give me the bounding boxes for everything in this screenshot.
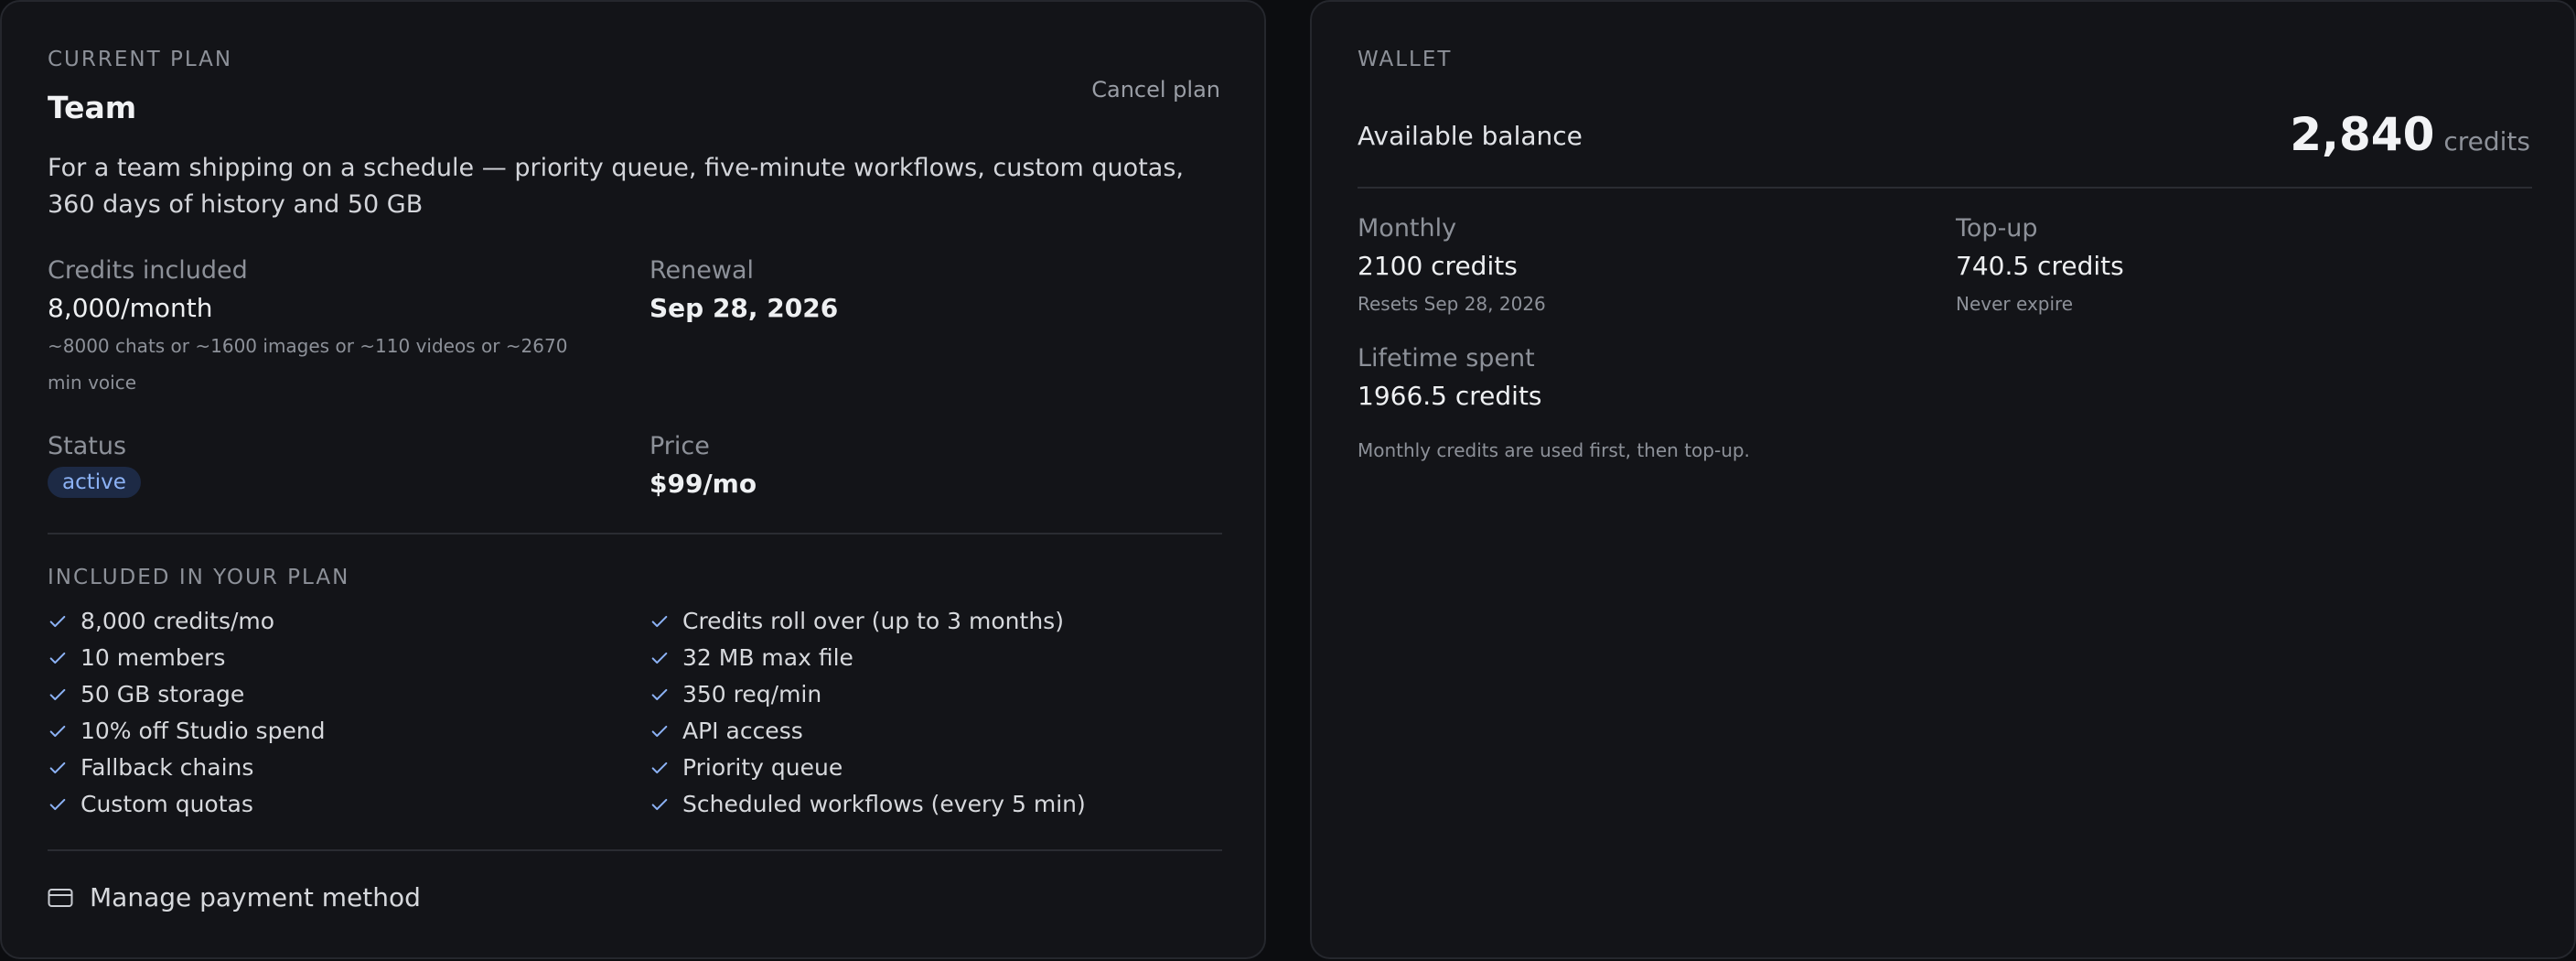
renewal-date: Sep 28, 2026 bbox=[649, 293, 839, 323]
divider bbox=[48, 849, 1222, 851]
feature-label: Scheduled workflows (every 5 min) bbox=[682, 791, 1086, 817]
wallet-footnote: Monthly credits are used first, then top… bbox=[1358, 439, 1750, 461]
balance-amount: 2,840 bbox=[2290, 108, 2435, 161]
check-icon bbox=[649, 758, 670, 778]
feature-item: 10 members bbox=[48, 644, 225, 671]
check-icon bbox=[649, 611, 670, 632]
feature-label: 10% off Studio spend bbox=[80, 718, 326, 744]
check-icon bbox=[649, 685, 670, 705]
feature-item: 50 GB storage bbox=[48, 681, 244, 707]
feature-item: 10% off Studio spend bbox=[48, 718, 326, 744]
monthly-value: 2100 credits bbox=[1358, 251, 1518, 281]
monthly-note: Resets Sep 28, 2026 bbox=[1358, 293, 1546, 315]
feature-label: 32 MB max file bbox=[682, 644, 853, 671]
feature-label: API access bbox=[682, 718, 803, 744]
status-label: Status bbox=[48, 432, 127, 460]
check-icon bbox=[649, 794, 670, 815]
check-icon bbox=[649, 721, 670, 741]
plan-name: Team bbox=[48, 90, 137, 125]
feature-item: API access bbox=[649, 718, 803, 744]
feature-label: Custom quotas bbox=[80, 791, 253, 817]
credits-equivalent-note: ~8000 chats or ~1600 images or ~110 vide… bbox=[48, 335, 568, 394]
feature-item: Scheduled workflows (every 5 min) bbox=[649, 791, 1086, 817]
check-icon bbox=[48, 685, 68, 705]
feature-label: Priority queue bbox=[682, 754, 843, 781]
feature-item: Fallback chains bbox=[48, 754, 253, 781]
included-heading: INCLUDED IN YOUR PLAN bbox=[48, 566, 350, 589]
lifetime-spent-label: Lifetime spent bbox=[1358, 344, 1535, 373]
cancel-plan-link[interactable]: Cancel plan bbox=[1091, 77, 1220, 103]
monthly-label: Monthly bbox=[1358, 214, 1457, 243]
feature-item: Credits roll over (up to 3 months) bbox=[649, 608, 1064, 634]
renewal-label: Renewal bbox=[649, 256, 755, 285]
feature-item: Priority queue bbox=[649, 754, 843, 781]
price-value: $99/mo bbox=[649, 469, 757, 499]
check-icon bbox=[48, 794, 68, 815]
feature-item: 350 req/min bbox=[649, 681, 821, 707]
feature-label: 10 members bbox=[80, 644, 226, 671]
check-icon bbox=[48, 611, 68, 632]
manage-payment-method-button[interactable]: Manage payment method bbox=[48, 882, 421, 912]
status-badge: active bbox=[48, 467, 141, 498]
feature-label: 350 req/min bbox=[682, 681, 822, 707]
topup-value: 740.5 credits bbox=[1956, 251, 2124, 281]
feature-label: Fallback chains bbox=[80, 754, 254, 781]
divider bbox=[48, 533, 1222, 534]
feature-item: Custom quotas bbox=[48, 791, 253, 817]
price-label: Price bbox=[649, 432, 710, 460]
balance-unit: credits bbox=[2443, 126, 2530, 157]
wallet-eyebrow: WALLET bbox=[1358, 48, 1453, 71]
topup-label: Top-up bbox=[1956, 214, 2038, 243]
divider bbox=[1358, 187, 2532, 189]
credit-card-icon bbox=[48, 888, 73, 908]
credits-included-label: Credits included bbox=[48, 256, 248, 285]
check-icon bbox=[48, 648, 68, 668]
feature-label: 50 GB storage bbox=[80, 681, 245, 707]
available-balance: 2,840 credits bbox=[2290, 108, 2530, 161]
feature-label: 8,000 credits/mo bbox=[80, 608, 275, 634]
check-icon bbox=[649, 648, 670, 668]
feature-item: 8,000 credits/mo bbox=[48, 608, 274, 634]
check-icon bbox=[48, 758, 68, 778]
manage-payment-label: Manage payment method bbox=[90, 882, 421, 912]
lifetime-spent-value: 1966.5 credits bbox=[1358, 381, 1542, 411]
feature-item: 32 MB max file bbox=[649, 644, 853, 671]
plan-description: For a team shipping on a schedule — prio… bbox=[48, 154, 1184, 219]
current-plan-card: CURRENT PLAN Team Cancel plan For a team… bbox=[0, 0, 1266, 959]
available-balance-label: Available balance bbox=[1358, 121, 1583, 151]
current-plan-eyebrow: CURRENT PLAN bbox=[48, 48, 233, 71]
check-icon bbox=[48, 721, 68, 741]
topup-note: Never expire bbox=[1956, 293, 2074, 315]
wallet-card: WALLET Available balance 2,840 credits M… bbox=[1310, 0, 2576, 959]
feature-label: Credits roll over (up to 3 months) bbox=[682, 608, 1064, 634]
credits-included-value: 8,000/month bbox=[48, 293, 213, 323]
